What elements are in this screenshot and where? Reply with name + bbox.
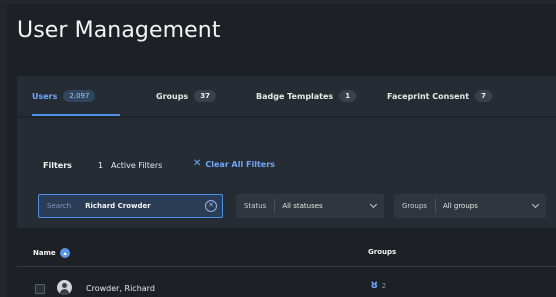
- chevron-down-icon: [531, 200, 540, 209]
- column-header-groups: Groups: [368, 248, 397, 256]
- tab-badge-templates-count: 1: [339, 90, 357, 102]
- tab-groups[interactable]: Groups 37: [156, 76, 216, 116]
- tab-users-count: 2,097: [63, 90, 96, 102]
- tab-users[interactable]: Users 2,097: [32, 76, 96, 116]
- tab-faceprint-consent-count: 7: [475, 90, 492, 102]
- status-select-label: Status: [244, 202, 267, 210]
- table-row[interactable]: Crowder, Richard ȣ 2: [17, 270, 556, 297]
- tab-badge-templates-label: Badge Templates: [256, 91, 334, 101]
- search-value: Richard Crowder: [85, 202, 151, 210]
- active-filters-count: 1: [98, 161, 104, 170]
- sort-ascending-icon[interactable]: [59, 248, 70, 258]
- column-header-name-label: Name: [33, 249, 56, 257]
- groups-cell[interactable]: ȣ 2: [371, 281, 386, 291]
- groups-select-value: All groups: [442, 202, 478, 210]
- tab-users-label: Users: [32, 91, 58, 101]
- filters-label: Filters: [43, 161, 72, 170]
- status-select-value: All statuses: [282, 202, 323, 210]
- clear-all-filters-button[interactable]: ✕ Clear All Filters: [193, 159, 275, 169]
- avatar-icon: [57, 280, 72, 295]
- tab-groups-count: 37: [194, 90, 216, 102]
- tab-groups-label: Groups: [156, 91, 189, 101]
- chevron-down-icon: [369, 200, 378, 209]
- search-label: Search: [47, 202, 72, 210]
- close-icon: ✕: [193, 158, 202, 169]
- filter-controls: Search Richard Crowder ✕ Status All stat…: [17, 181, 556, 228]
- page-title: User Management: [17, 18, 221, 43]
- filters-spacer: [17, 126, 556, 151]
- status-select[interactable]: Status All statuses: [236, 194, 384, 218]
- tab-faceprint-consent[interactable]: Faceprint Consent 7: [387, 76, 492, 116]
- search-input[interactable]: Search Richard Crowder ✕: [38, 194, 223, 218]
- table-header: Name Groups: [17, 239, 556, 267]
- active-filters-label: Active Filters: [111, 161, 163, 170]
- groups-select[interactable]: Groups All groups: [394, 194, 546, 218]
- clear-all-filters-label: Clear All Filters: [205, 159, 275, 169]
- column-header-name[interactable]: Name: [33, 248, 70, 258]
- tab-badge-templates[interactable]: Badge Templates 1: [256, 76, 357, 116]
- groups-icon: ȣ: [371, 280, 378, 291]
- header-divider: [17, 266, 556, 267]
- tab-bar: Users 2,097 Groups 37 Badge Templates 1 …: [17, 76, 556, 126]
- user-name[interactable]: Crowder, Richard: [86, 284, 155, 293]
- clear-search-icon[interactable]: ✕: [205, 200, 217, 212]
- filters-bar: Filters 1 Active Filters ✕ Clear All Fil…: [17, 151, 556, 181]
- groups-select-label: Groups: [402, 202, 427, 210]
- row-checkbox[interactable]: [35, 284, 45, 294]
- tab-faceprint-consent-label: Faceprint Consent: [387, 91, 470, 101]
- tab-divider: [17, 116, 556, 118]
- app-window: User Management Users 2,097 Groups 37 Ba…: [7, 4, 556, 297]
- groups-count: 2: [381, 282, 387, 290]
